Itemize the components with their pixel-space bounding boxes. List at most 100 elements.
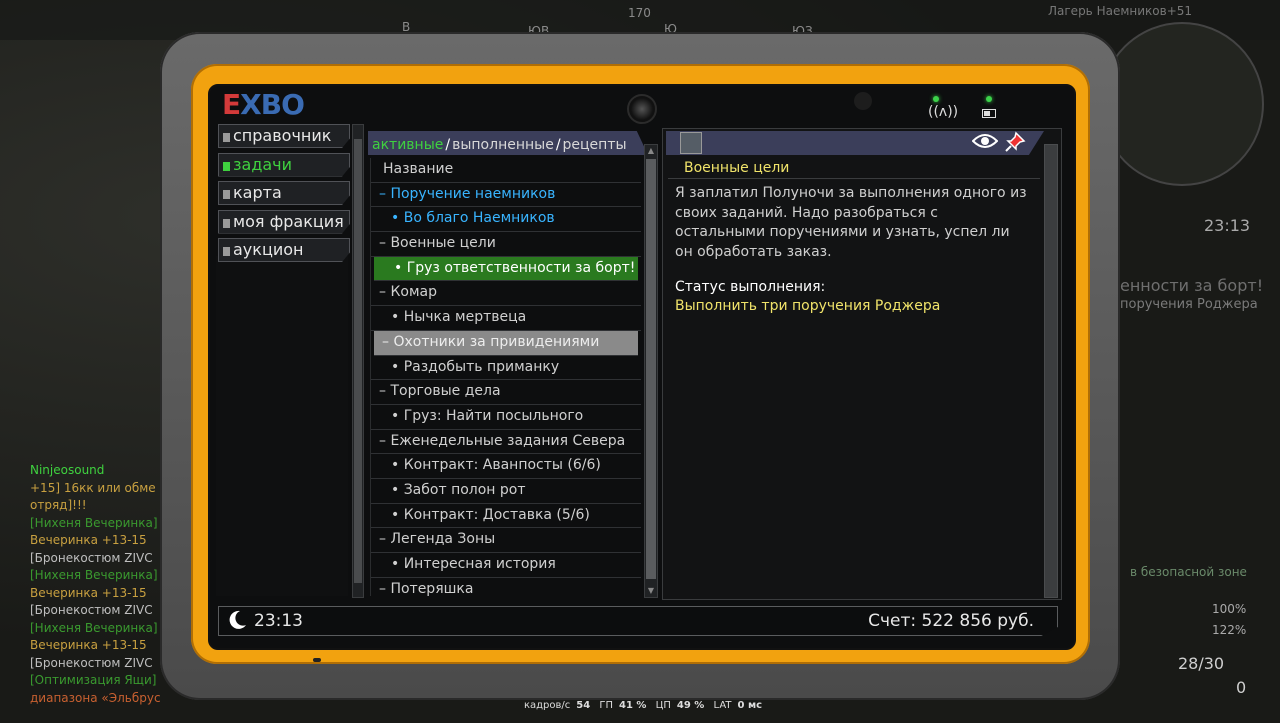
tab-active[interactable]: активные xyxy=(372,137,443,153)
gpu-label: ГП xyxy=(599,700,613,711)
battery-icon xyxy=(982,109,996,118)
chat-line: Вечеринка +13-15 xyxy=(30,585,147,600)
menu-bullet-icon xyxy=(223,247,230,256)
sensor-icon xyxy=(854,92,872,110)
exbo-logo: EXBO xyxy=(222,88,305,121)
grenade-counter: 0 xyxy=(1236,678,1247,697)
menu-bullet-icon xyxy=(223,133,230,142)
tab-completed[interactable]: выполненные xyxy=(452,137,554,153)
list-header: Название xyxy=(371,158,641,183)
ammo-counter: 28/30 xyxy=(1178,654,1225,673)
task-group[interactable]: – Поручение наемников xyxy=(371,183,641,208)
chat-line: [Нихеня Вечеринка] xyxy=(30,620,158,635)
chat-line: Ninjeosound xyxy=(30,463,105,477)
task-item[interactable]: • Контракт: Аванпосты (6/6) xyxy=(371,454,641,479)
moon-icon xyxy=(229,610,246,629)
task-group[interactable]: – Еженедельные задания Севера xyxy=(371,430,641,455)
task-group[interactable]: – Охотники за привидениями xyxy=(374,330,638,356)
task-item[interactable]: • Контракт: Доставка (5/6) xyxy=(371,504,641,529)
task-item[interactable]: • Забот полон рот xyxy=(371,479,641,504)
lat-label: LAT xyxy=(713,700,732,711)
cpu-value: 49 % xyxy=(676,700,705,711)
task-list: Название – Поручение наемников • Во благо… xyxy=(370,158,641,596)
pin-icon[interactable] xyxy=(1004,131,1026,153)
fps-value: 54 xyxy=(576,700,591,711)
quest-giver-portrait xyxy=(680,132,702,154)
task-list-scrollbar[interactable]: ▲ ▼ xyxy=(644,144,658,598)
menu-background xyxy=(216,256,348,596)
tablet-button xyxy=(313,658,321,662)
stamina-pct: 122% xyxy=(1212,623,1247,637)
status-label: Статус выполнения: xyxy=(675,279,826,295)
clock: 23:13 xyxy=(254,611,303,631)
signal-icon: ((ᴧ)) xyxy=(928,104,959,120)
menu-bullet-icon xyxy=(223,190,230,199)
tab-recipes[interactable]: рецепты xyxy=(563,137,627,153)
task-item[interactable]: • Груз ответственности за борт! xyxy=(374,256,638,282)
detail-title: Военные цели xyxy=(684,160,790,176)
scroll-thumb[interactable] xyxy=(354,139,362,583)
menu-bullet-icon xyxy=(223,161,230,171)
menu-item-label: задачи xyxy=(233,154,293,174)
menu-item-label: аукцион xyxy=(233,240,304,259)
chat-log: Ninjeosound +15] 16кк или обме отряд]!!! [Н… xyxy=(30,462,170,707)
compass-mark: 170 xyxy=(628,6,651,20)
chat-line: [Бронекостюм ZIVC xyxy=(30,655,153,670)
chat-line: Вечеринка +13-15 xyxy=(30,533,147,547)
balance: Счет: 522 856 руб. xyxy=(868,611,1034,631)
menu-item[interactable]: справочник xyxy=(218,124,350,148)
task-item[interactable]: • Интересная история xyxy=(371,553,641,578)
divider xyxy=(668,178,1040,179)
gpu-value: 41 % xyxy=(619,700,647,711)
task-item[interactable]: • Нычка мертвеца xyxy=(371,306,641,331)
task-item[interactable]: • Во благо Наемников xyxy=(371,207,641,233)
menu-item-label: справочник xyxy=(233,126,332,145)
menu-item[interactable]: аукцион xyxy=(218,238,350,262)
chat-line: [Нихеня Вечеринка] xyxy=(30,568,158,582)
task-tabs: активные / выполненные / рецепты xyxy=(368,131,648,155)
minimap-time: 23:13 xyxy=(1204,216,1251,235)
lat-value: 0 мс xyxy=(737,700,763,711)
eye-icon[interactable] xyxy=(972,132,998,150)
detail-scrollbar[interactable] xyxy=(1044,144,1058,598)
scroll-down-icon[interactable]: ▼ xyxy=(646,585,656,597)
menu-scrollbar[interactable] xyxy=(352,124,364,598)
scroll-up-icon[interactable]: ▲ xyxy=(646,145,656,157)
camera-icon xyxy=(627,94,657,124)
task-item[interactable]: • Груз: Найти посыльного xyxy=(371,405,641,430)
chat-line: +15] 16кк или обме xyxy=(30,480,156,495)
menu-bullet-icon xyxy=(223,218,230,228)
status-value: Выполнить три поручения Роджера xyxy=(675,298,941,314)
menu-item-label: карта xyxy=(233,183,282,202)
menu-item-label: моя фракция xyxy=(233,211,344,231)
chat-line: отряд]!!! xyxy=(30,498,87,512)
menu-item[interactable]: моя фракция xyxy=(218,209,350,234)
quest-hint-sub: поручения Роджера xyxy=(1120,297,1258,312)
task-group[interactable]: – Торговые дела xyxy=(371,380,641,405)
task-group[interactable]: – Военные цели xyxy=(371,232,641,257)
chat-line: [Бронекостюм ZIVC xyxy=(30,603,153,617)
health-pct: 100% xyxy=(1212,602,1247,616)
cpu-label: ЦП xyxy=(655,700,671,711)
fps-label: кадров/с xyxy=(523,700,571,711)
led-indicator xyxy=(933,96,939,102)
led-indicator xyxy=(986,96,992,102)
minimap xyxy=(1100,22,1264,186)
detail-description: Я заплатил Полуночи за выполнения одного… xyxy=(675,185,1027,260)
menu-item[interactable]: задачи xyxy=(218,152,350,177)
task-item[interactable]: • Раздобыть приманку xyxy=(371,356,641,381)
performance-bar: кадров/с 54 ГП 41 % ЦП 49 % LAT 0 мс xyxy=(0,700,1280,716)
scroll-thumb[interactable] xyxy=(646,159,656,579)
location-label: Лагерь Наемников+51 xyxy=(1048,4,1193,18)
safe-zone-label: в безопасной зоне xyxy=(1130,565,1247,579)
task-group[interactable]: – Потеряшка xyxy=(371,578,641,596)
task-group[interactable]: – Комар xyxy=(371,281,641,307)
task-group[interactable]: – Легенда Зоны xyxy=(371,528,641,553)
chat-line: [Оптимизация Ящи] xyxy=(30,673,157,687)
chat-line: [Нихеня Вечеринка] xyxy=(30,515,158,530)
quest-hint: енности за борт! xyxy=(1120,276,1264,295)
tablet-menu: справочник задачи карта моя фракция аукцион xyxy=(218,124,350,267)
menu-item[interactable]: карта xyxy=(218,181,350,205)
chat-line: Вечеринка +13-15 xyxy=(30,638,147,652)
chat-line: [Бронекостюм ZIVC xyxy=(30,550,153,565)
